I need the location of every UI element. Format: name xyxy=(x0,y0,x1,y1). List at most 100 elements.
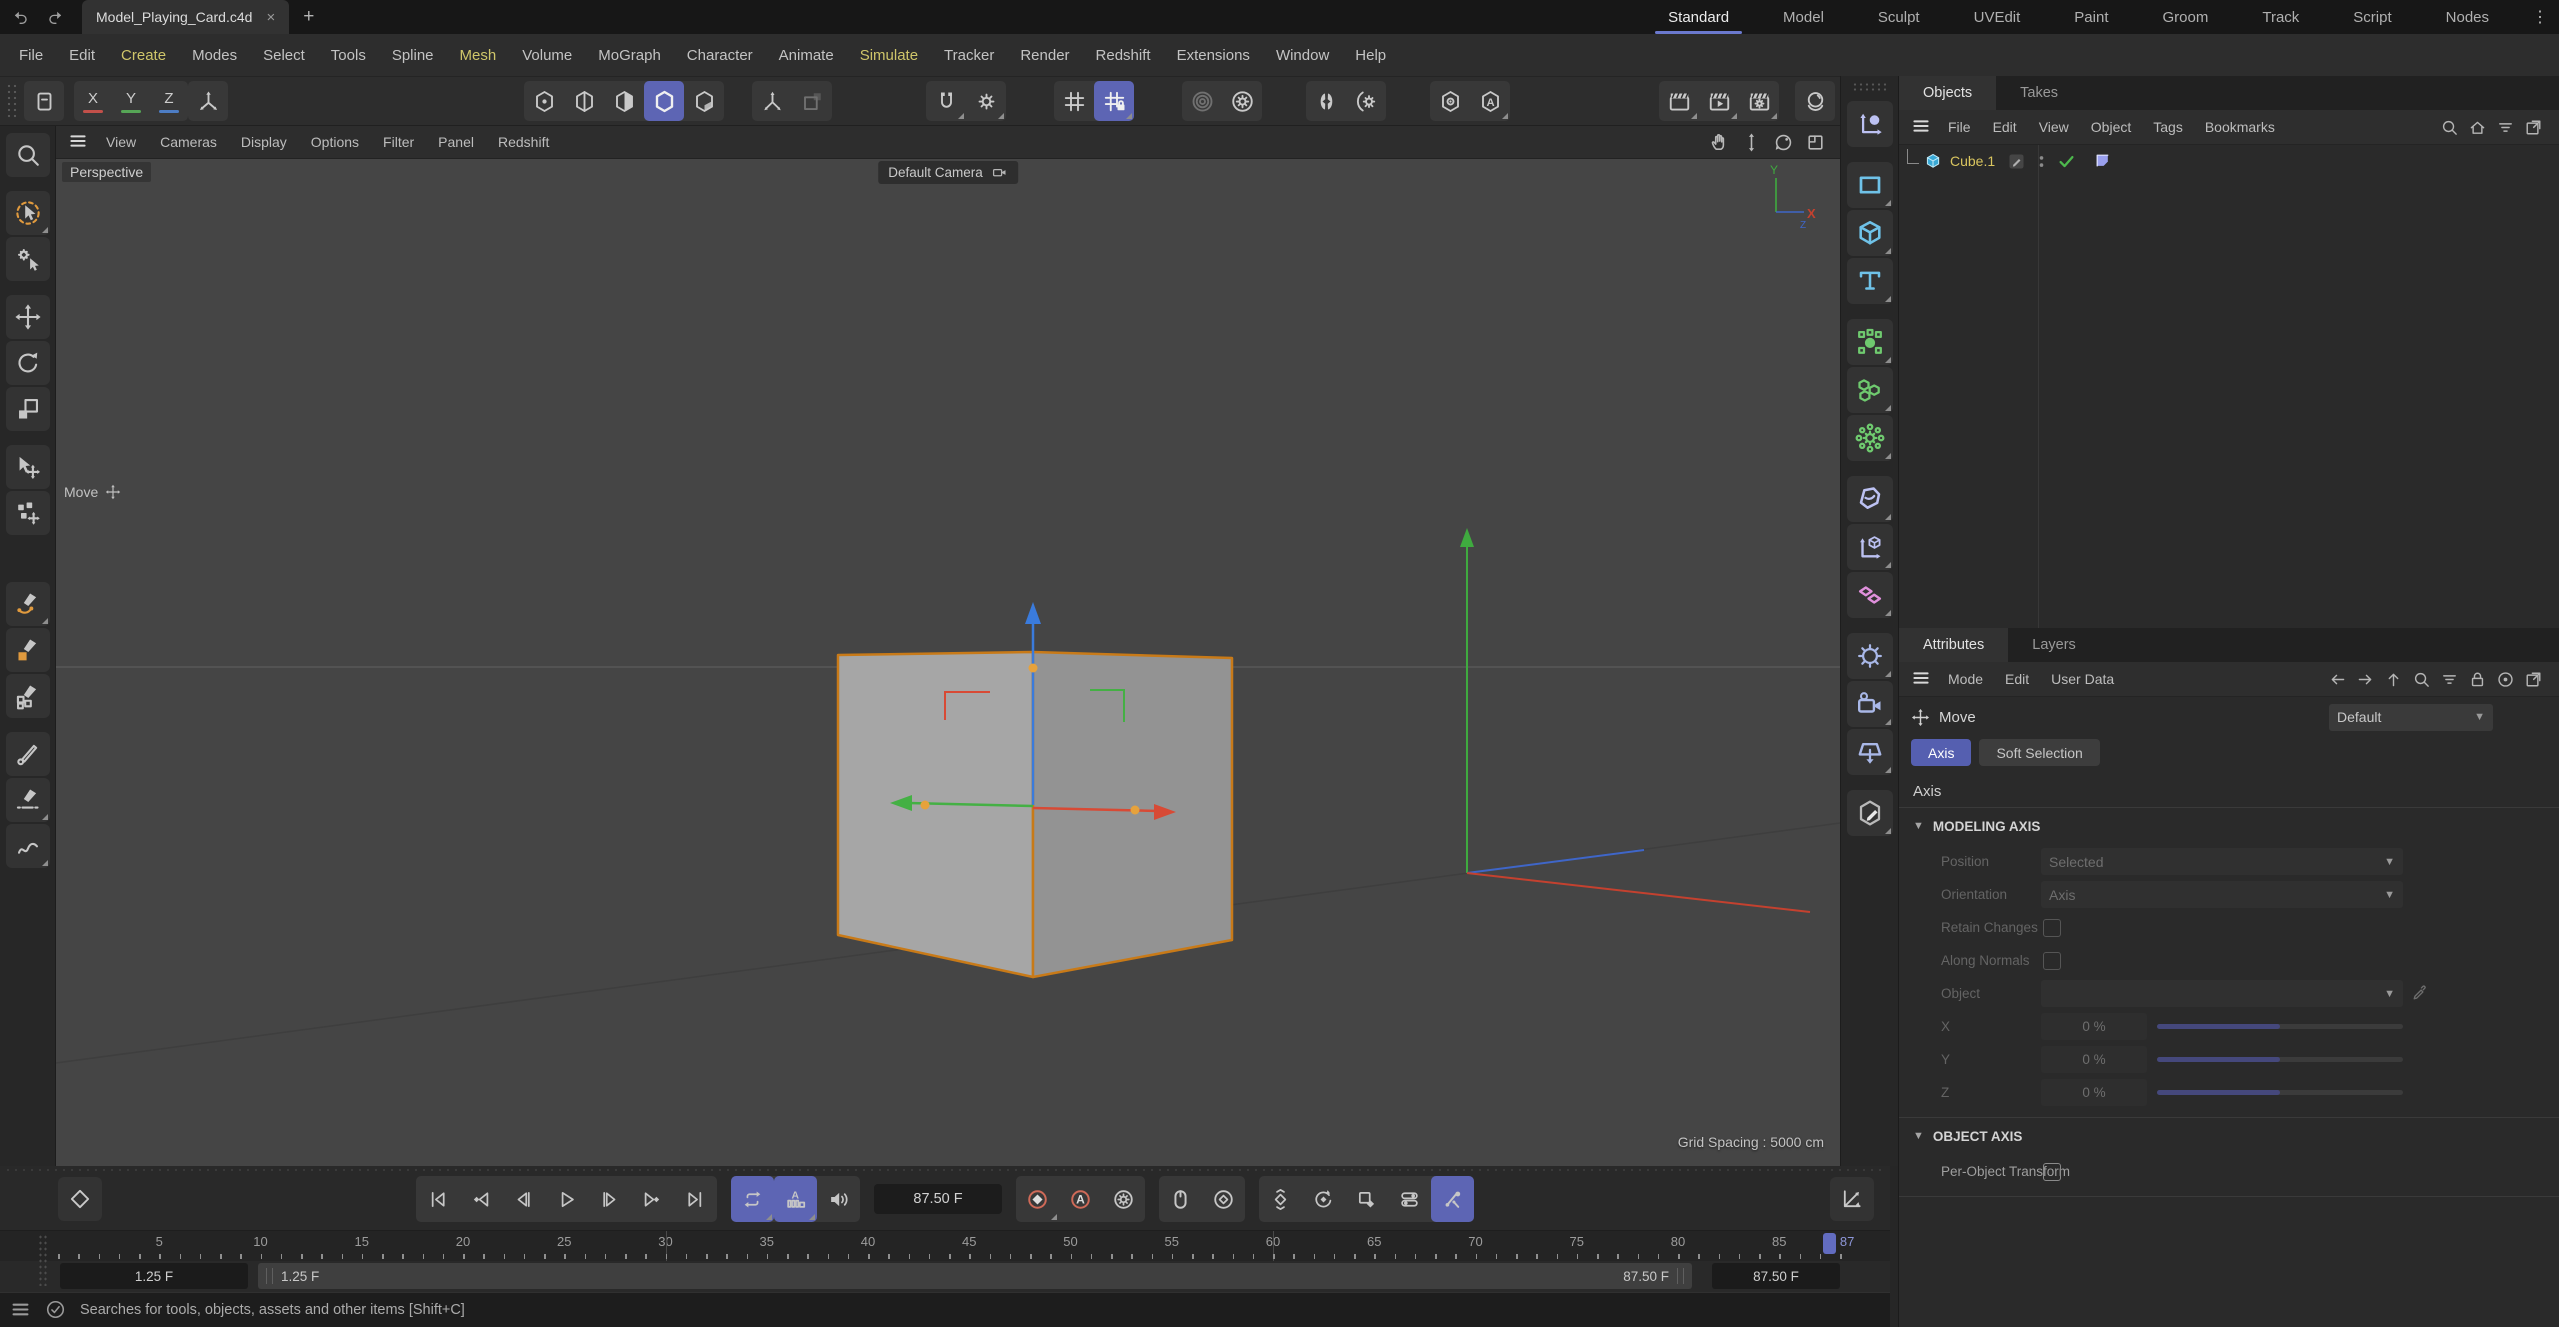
viewport-hamburger-icon[interactable] xyxy=(68,131,90,153)
menu-item-file[interactable]: File xyxy=(6,47,56,64)
x-slider[interactable] xyxy=(2157,1013,2403,1040)
popout-button[interactable] xyxy=(2521,115,2545,139)
cube-left-face[interactable] xyxy=(838,652,1033,977)
current-frame-field[interactable]: 87.50 F xyxy=(874,1184,1002,1214)
menu-item-tracker[interactable]: Tracker xyxy=(931,47,1007,64)
menu-item-tools[interactable]: Tools xyxy=(318,47,379,64)
menu-item-extensions[interactable]: Extensions xyxy=(1164,47,1263,64)
objects-hamburger-icon[interactable] xyxy=(1911,116,1933,138)
y-slider[interactable] xyxy=(2157,1046,2403,1073)
render-settings-button[interactable] xyxy=(1739,81,1779,121)
environment-button[interactable] xyxy=(1847,633,1893,679)
key-position-button[interactable] xyxy=(1259,1176,1302,1222)
goto-prev-key-button[interactable] xyxy=(459,1176,502,1222)
key-parameter-button[interactable] xyxy=(1388,1176,1431,1222)
per-object-transform-checkbox[interactable] xyxy=(2043,1163,2061,1181)
menu-item-axis[interactable]: Axis xyxy=(1911,739,1971,766)
camera-object-button[interactable] xyxy=(1847,681,1893,727)
fcurve-button[interactable] xyxy=(1830,1177,1874,1221)
edit-toggle-icon[interactable] xyxy=(2006,151,2026,171)
deformer-button[interactable] xyxy=(1847,476,1893,522)
menu-item-edit[interactable]: Edit xyxy=(1982,119,2028,135)
sound-button[interactable] xyxy=(817,1176,860,1222)
quantize-lock-button[interactable] xyxy=(1094,81,1134,121)
falloff-settings-button[interactable] xyxy=(1222,81,1262,121)
tweak-move-button[interactable] xyxy=(6,445,50,489)
spline-rectangle-button[interactable] xyxy=(1847,162,1893,208)
popout-button[interactable] xyxy=(2521,667,2545,691)
motext-button[interactable] xyxy=(1847,258,1893,304)
menu-item-window[interactable]: Window xyxy=(1263,47,1342,64)
symmetry-settings-button[interactable] xyxy=(1346,81,1386,121)
goto-end-button[interactable] xyxy=(674,1176,717,1222)
simulation-button[interactable] xyxy=(1847,415,1893,461)
multi-move-button[interactable] xyxy=(6,491,50,535)
goto-prev-frame-button[interactable] xyxy=(502,1176,545,1222)
frame-rate-mode-button[interactable]: A xyxy=(774,1176,817,1222)
menu-item-bookmarks[interactable]: Bookmarks xyxy=(2194,119,2286,135)
forward-button[interactable] xyxy=(2353,667,2377,691)
object-name[interactable]: Cube.1 xyxy=(1950,153,1995,169)
scale-tool-button[interactable] xyxy=(6,387,50,431)
menu-item-filter[interactable]: Filter xyxy=(371,134,426,150)
visibility-dots-icon[interactable] xyxy=(2031,151,2051,171)
search-commander-button[interactable] xyxy=(6,133,50,177)
timeline-ruler[interactable]: 51015202530354045505560657075808587 xyxy=(0,1230,1890,1261)
menu-item-nodes[interactable]: Nodes xyxy=(2419,0,2516,34)
model-mode-button[interactable] xyxy=(644,81,684,121)
keying-settings-button[interactable] xyxy=(1102,1176,1145,1222)
live-selection-button[interactable] xyxy=(6,191,50,235)
autokeying-button[interactable]: A xyxy=(1059,1176,1102,1222)
object-row-cube1[interactable]: Cube.1 xyxy=(1899,145,2559,177)
track-button[interactable] xyxy=(2493,667,2517,691)
range-slider-left-handle[interactable] xyxy=(266,1268,273,1284)
spline-pen-button[interactable] xyxy=(6,582,50,626)
redshift-renderview-button[interactable] xyxy=(1795,81,1835,121)
symmetry-object-button[interactable] xyxy=(1847,572,1893,618)
z-slider[interactable] xyxy=(2157,1079,2403,1106)
record-keyframe-button[interactable] xyxy=(1016,1176,1059,1222)
menu-item-layers[interactable]: Layers xyxy=(2008,628,2100,662)
menu-item-sculpt[interactable]: Sculpt xyxy=(1851,0,1947,34)
record-mouse-button[interactable] xyxy=(1159,1176,1202,1222)
goto-next-frame-button[interactable] xyxy=(588,1176,631,1222)
key-pla-button[interactable] xyxy=(1431,1176,1474,1222)
document-tab[interactable]: Model_Playing_Card.c4d × xyxy=(82,0,289,34)
position-select[interactable]: Selected▼ xyxy=(2041,848,2403,875)
search-button[interactable] xyxy=(2437,115,2461,139)
rotate-view-button[interactable] xyxy=(1770,129,1796,155)
undo-button[interactable] xyxy=(8,4,34,30)
playhead[interactable] xyxy=(1823,1233,1836,1254)
rectangle-spline-button[interactable] xyxy=(6,628,50,672)
keyframe-selection-button[interactable] xyxy=(1202,1176,1245,1222)
menu-item-uvedit[interactable]: UVEdit xyxy=(1947,0,2048,34)
render-view-button[interactable] xyxy=(1659,81,1699,121)
gizmo-handle-dot-right[interactable] xyxy=(1131,806,1140,815)
menu-item-view[interactable]: View xyxy=(94,134,148,150)
menu-item-select[interactable]: Select xyxy=(250,47,318,64)
menu-item-modes[interactable]: Modes xyxy=(179,47,250,64)
symmetry-button[interactable] xyxy=(1306,81,1346,121)
menu-item-redshift[interactable]: Redshift xyxy=(486,134,561,150)
menu-item-mograph[interactable]: MoGraph xyxy=(585,47,674,64)
lock-button[interactable] xyxy=(2465,667,2489,691)
up-button[interactable] xyxy=(2381,667,2405,691)
menu-item-track[interactable]: Track xyxy=(2235,0,2326,34)
menu-item-cameras[interactable]: Cameras xyxy=(148,134,229,150)
render-all-button[interactable] xyxy=(1699,81,1739,121)
polygons-mode-button[interactable] xyxy=(604,81,644,121)
knife-button[interactable] xyxy=(6,732,50,776)
z-value-field[interactable]: 0 % xyxy=(2041,1079,2147,1106)
volume-builder-button[interactable] xyxy=(1847,367,1893,413)
material-editor-button[interactable] xyxy=(1847,790,1893,836)
viewport-canvas[interactable]: Y X Z Perspective Default Camera Move Gr… xyxy=(56,158,1840,1166)
orientation-select[interactable]: Axis▼ xyxy=(2041,881,2403,908)
menu-item-redshift[interactable]: Redshift xyxy=(1083,47,1164,64)
group-header-object-axis[interactable]: ▼OBJECT AXIS xyxy=(1899,1118,2559,1155)
menu-item-takes[interactable]: Takes xyxy=(1996,76,2082,110)
menu-item-model[interactable]: Model xyxy=(1756,0,1851,34)
toolbar-grip[interactable] xyxy=(6,83,20,119)
menu-item-soft-selection[interactable]: Soft Selection xyxy=(1979,739,2099,766)
loop-playback-button[interactable] xyxy=(731,1176,774,1222)
enabled-check-icon[interactable] xyxy=(2056,151,2076,171)
